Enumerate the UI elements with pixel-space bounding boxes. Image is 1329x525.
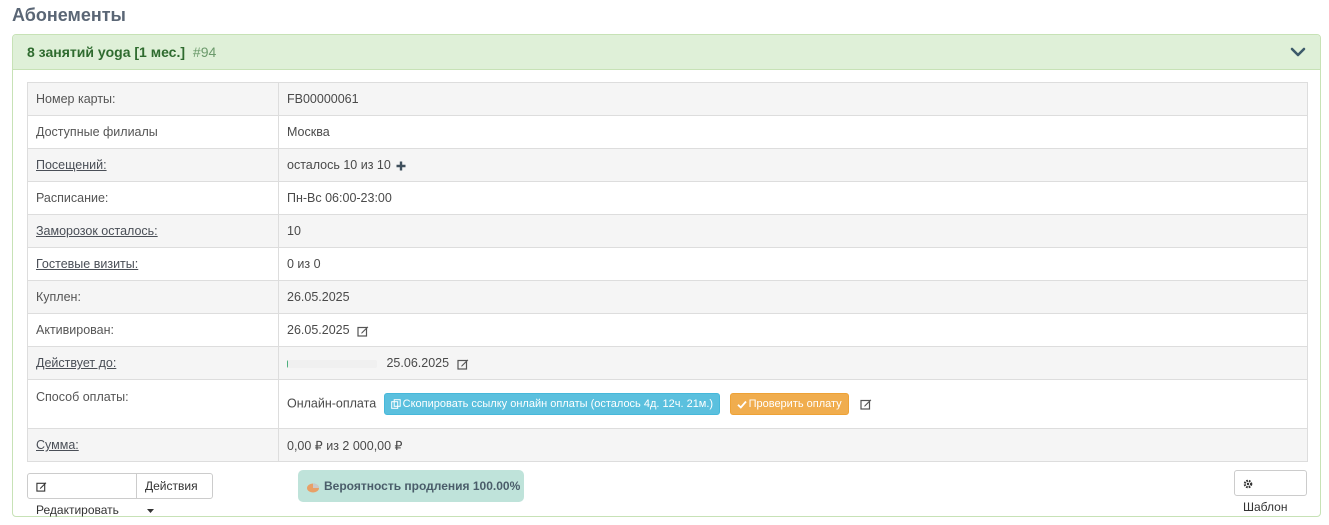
valid-until-value: 25.06.2025	[386, 356, 450, 370]
bought-label: Куплен:	[27, 280, 279, 314]
edit-icon[interactable]	[860, 398, 872, 410]
subscription-name: 8 занятий yoga [1 мес.]	[27, 44, 186, 60]
valid-until-link[interactable]: Действует до:	[36, 356, 116, 370]
edit-icon[interactable]	[456, 358, 469, 370]
subscription-info-table: Номер карты: FB00000061 Доступные филиал…	[27, 82, 1308, 462]
visits-label-cell: Посещений:	[27, 148, 279, 182]
table-row: Номер карты: FB00000061	[27, 82, 1308, 116]
actions-button-label: Действия	[145, 479, 198, 493]
sum-link[interactable]: Сумма:	[36, 438, 79, 452]
table-row: Действует до: 25.06.2025	[27, 346, 1308, 380]
table-row: Активирован: 26.05.2025	[27, 313, 1308, 347]
visits-link[interactable]: Посещений:	[36, 158, 107, 172]
panel-header[interactable]: 8 занятий yoga [1 мес.] #94	[13, 35, 1320, 70]
actions-dropdown-button[interactable]: Действия	[136, 473, 213, 513]
subscription-id: #94	[192, 44, 217, 60]
guests-link[interactable]: Гостевые визиты:	[36, 257, 138, 271]
sum-label-cell: Сумма:	[27, 428, 279, 462]
renewal-probability-text: Вероятность продления 100.00%	[324, 479, 521, 493]
table-row: Гостевые визиты: 0 из 0	[27, 247, 1308, 281]
panel-title: 8 занятий yoga [1 мес.] #94	[27, 44, 216, 60]
edit-button[interactable]: Редактировать	[27, 473, 137, 517]
visits-value: осталось 10 из 10	[287, 158, 391, 172]
card-number-label: Номер карты:	[27, 82, 279, 116]
activated-value: 26.05.2025	[287, 323, 350, 337]
branches-label: Доступные филиалы	[27, 115, 279, 149]
activated-label: Активирован:	[27, 313, 279, 347]
renewal-probability-badge: Вероятность продления 100.00%	[298, 470, 524, 502]
pie-chart-icon	[307, 483, 319, 493]
sum-value: 0,00 ₽ из 2 000,00 ₽	[278, 428, 1308, 462]
plus-icon[interactable]	[396, 161, 406, 171]
caret-down-icon	[147, 508, 154, 513]
table-row: Доступные филиалы Москва	[27, 115, 1308, 149]
table-row: Расписание: Пн-Вс 06:00-23:00	[27, 181, 1308, 215]
copy-icon	[390, 399, 401, 409]
table-row: Посещений: осталось 10 из 10	[27, 148, 1308, 182]
schedule-label: Расписание:	[27, 181, 279, 215]
subscription-panel: 8 занятий yoga [1 мес.] #94 Номер карты:…	[12, 34, 1321, 517]
payment-method-label: Способ оплаты:	[27, 379, 279, 429]
edit-icon[interactable]	[357, 325, 369, 337]
table-row: Заморозок осталось: 10	[27, 214, 1308, 248]
guests-label-cell: Гостевые визиты:	[27, 247, 279, 281]
branches-value: Москва	[278, 115, 1308, 149]
bought-value: 26.05.2025	[278, 280, 1308, 314]
template-button[interactable]: Шаблон	[1234, 470, 1307, 514]
page-title: Абонементы	[12, 5, 126, 25]
copy-payment-link-button[interactable]: Скопировать ссылку онлайн оплаты (остало…	[383, 393, 721, 415]
validity-progress-bar	[287, 359, 377, 368]
payment-method-value: Онлайн-оплата	[287, 396, 377, 411]
freezes-link[interactable]: Заморозок осталось:	[36, 224, 158, 238]
table-row: Сумма: 0,00 ₽ из 2 000,00 ₽	[27, 428, 1308, 462]
chevron-down-icon[interactable]	[1290, 44, 1306, 60]
freezes-label-cell: Заморозок осталось:	[27, 214, 279, 248]
freezes-value: 10	[278, 214, 1308, 248]
visits-value-cell: осталось 10 из 10	[278, 148, 1308, 182]
payment-method-cell: Онлайн-оплата Скопировать ссылку онлайн …	[278, 379, 1308, 429]
check-payment-label: Проверить оплату	[748, 398, 842, 410]
table-row: Куплен: 26.05.2025	[27, 280, 1308, 314]
guests-value: 0 из 0	[278, 247, 1308, 281]
check-icon	[736, 400, 747, 409]
activated-value-cell: 26.05.2025	[278, 313, 1308, 347]
copy-payment-link-label: Скопировать ссылку онлайн оплаты (остало…	[402, 398, 714, 410]
schedule-value: Пн-Вс 06:00-23:00	[278, 181, 1308, 215]
table-row: Способ оплаты: Онлайн-оплата Скопировать…	[27, 379, 1308, 429]
card-number-value: FB00000061	[278, 82, 1308, 116]
check-payment-button[interactable]: Проверить оплату	[729, 393, 849, 415]
valid-label-cell: Действует до:	[27, 346, 279, 380]
valid-value-cell: 25.06.2025	[278, 346, 1308, 380]
validity-progress-fill	[287, 359, 288, 368]
gear-icon	[1243, 479, 1253, 489]
edit-icon	[36, 482, 47, 492]
template-button-label: Шаблон	[1243, 500, 1288, 514]
edit-button-label: Редактировать	[36, 503, 119, 517]
